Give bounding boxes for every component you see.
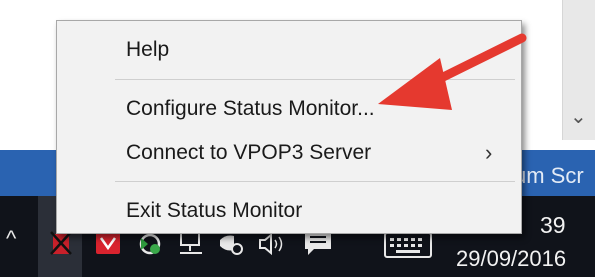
arrow-head [378, 58, 452, 110]
annotation-arrow [378, 33, 527, 110]
